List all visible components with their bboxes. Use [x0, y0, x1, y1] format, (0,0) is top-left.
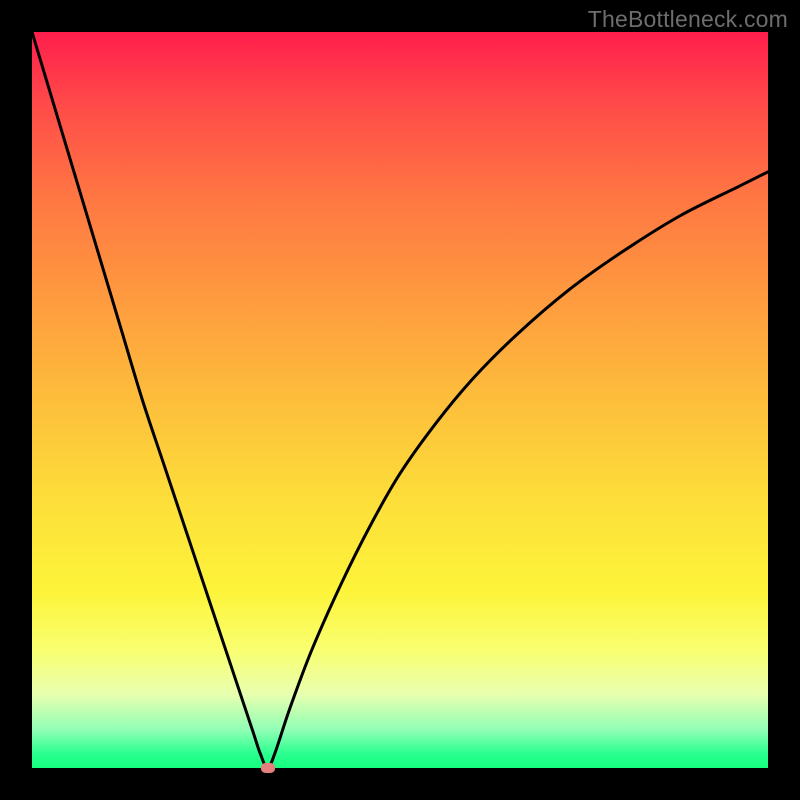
plot-area	[32, 32, 768, 768]
curve-path	[32, 32, 768, 768]
chart-frame: TheBottleneck.com	[0, 0, 800, 800]
watermark-text: TheBottleneck.com	[588, 6, 788, 33]
optimal-marker	[261, 763, 275, 773]
bottleneck-curve	[32, 32, 768, 768]
